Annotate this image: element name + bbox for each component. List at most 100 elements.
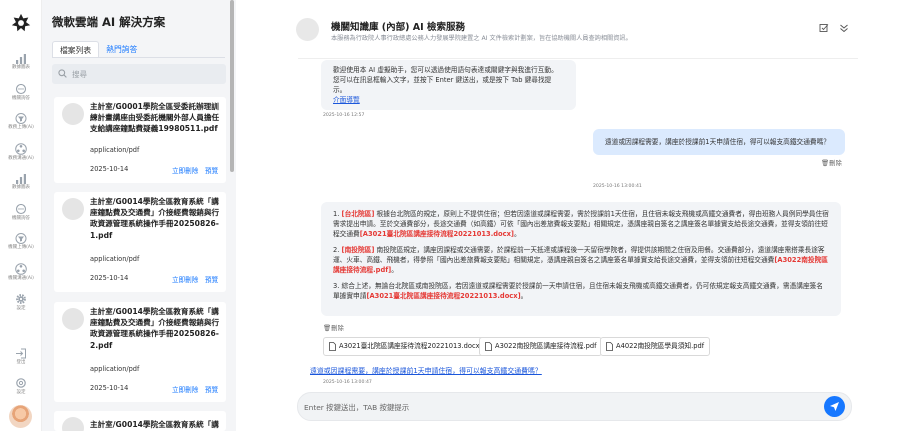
timestamp: 2025-10-16 13:00:47	[323, 380, 372, 385]
rail-item-config[interactable]: 設定	[0, 377, 42, 395]
gear-icon	[16, 378, 26, 388]
document-card[interactable]: 主計室/G0014學院全區教育系統「講座鐘點費及交通費」介接經費報銷與行政資源管…	[54, 302, 226, 402]
network-icon	[15, 263, 27, 275]
edit-icon[interactable]	[819, 23, 829, 33]
rail-item-chart[interactable]: 數據圖表	[0, 54, 42, 70]
file-icon	[606, 342, 613, 351]
document-icon	[62, 103, 84, 125]
logout-icon	[16, 348, 26, 359]
campus-tag: [台北院區]	[341, 210, 375, 218]
document-date: 2025-10-14	[90, 274, 129, 282]
attachment-chip[interactable]: A3022南投院區講座接待流程.pdf	[479, 337, 603, 356]
delete-answer-button[interactable]: 🗑刪除	[323, 323, 344, 332]
file-icon	[329, 342, 336, 351]
answer-end: 。	[513, 230, 521, 238]
attachment-name: A3022南投院區講座接待流程.pdf	[495, 342, 597, 350]
user-avatar[interactable]	[9, 405, 32, 428]
attachment-chip[interactable]: A3021臺北院區講座接待流程20221013.docx	[323, 337, 486, 356]
bar-chart-icon	[16, 54, 26, 64]
delete-message-button[interactable]: 🗑刪除	[821, 158, 842, 167]
answer-text: 南投院區規定，講座因課程或交通需要，於課程前一天抵達或課程後一天留宿學院者，得提…	[333, 246, 825, 264]
attachment-name: A4022南投院區學員須知.pdf	[616, 342, 705, 350]
rail-item-edu-upload[interactable]: 教務上傳(Ai)	[0, 113, 42, 130]
delete-document-link[interactable]: 立即刪除	[172, 165, 198, 175]
gear-icon	[16, 294, 26, 304]
rail-item-chart-2[interactable]: 數據圖表	[0, 174, 42, 190]
delete-label: 刪除	[829, 159, 842, 167]
tabs-divider	[52, 57, 225, 58]
document-icon	[62, 417, 84, 431]
timestamp: 2025-10-16 12:57	[323, 113, 365, 118]
rail-item-label: 數據圖表	[12, 65, 30, 70]
rail-item-org-upload[interactable]: 機關上傳(Ai)	[0, 233, 42, 250]
chat-header: 機關知識庫 (內部) AI 檢索服務 本服務為行政院人事行政總處公務人力發展學院…	[236, 0, 911, 58]
network-icon	[15, 143, 27, 155]
document-type: application/pdf	[90, 255, 140, 263]
delete-document-link[interactable]: 立即刪除	[172, 384, 198, 394]
timestamp: 2025-10-16 13:00:41	[593, 184, 642, 189]
search-box	[52, 64, 226, 84]
document-icon	[62, 198, 84, 220]
header-divider	[298, 58, 858, 59]
attachment-name: A3021臺北院區講座接待流程20221013.docx	[339, 342, 480, 350]
document-icon	[62, 308, 84, 330]
filter-icon	[15, 113, 27, 124]
bot-avatar	[296, 18, 319, 41]
rail-item-label: 機關詢答	[12, 96, 30, 101]
app-root: 數據圖表 機關詢答 教務上傳(Ai) 教務溝通(Ai) 數據圖表 機關詢答 機關…	[0, 0, 911, 431]
trash-icon: 🗑	[323, 324, 332, 332]
campus-tag: [南投院區]	[341, 246, 375, 254]
user-message-text: 遠道或因課程需要，講座於授課前1天申請住宿，得可以報支高鐵交通費嗎？	[605, 138, 830, 146]
panel-title: 微軟雲端 AI 解決方案	[52, 15, 166, 29]
rail-item-label: 教務上傳(Ai)	[8, 125, 34, 130]
document-date: 2025-10-14	[90, 384, 129, 392]
answer-end: 。	[520, 292, 528, 300]
app-logo-icon[interactable]	[10, 12, 32, 34]
file-icon	[485, 342, 492, 351]
answer-paragraph-1: 1. [台北院區] 根據台北院區的規定，原則上不提供住宿；但若因遠道或課程需要，…	[333, 209, 829, 239]
rail-item-edu-sync[interactable]: 教務溝通(Ai)	[0, 143, 42, 161]
message-input[interactable]	[304, 399, 804, 415]
send-button[interactable]	[824, 396, 845, 417]
source-reference[interactable]: [A3021臺北院區講座接待流程20221013.docx]	[366, 292, 520, 300]
interface-guide-link[interactable]: 介面導覽	[333, 95, 564, 105]
document-type: application/pdf	[90, 146, 140, 154]
rail-item-label: 機關溝通(Ai)	[8, 276, 34, 281]
send-icon	[830, 402, 839, 411]
rail-item-label: 登出	[16, 360, 26, 365]
document-title: 主計室/G0001學院全區受委託辦理訓練計畫講座由受委託機關外部人員擔任支給講座…	[90, 102, 220, 134]
rail-item-settings[interactable]: 設定	[0, 293, 42, 311]
collapse-chevron-icon[interactable]	[839, 23, 849, 33]
rail-item-label: 設定	[16, 390, 26, 395]
document-card[interactable]: 主計室/G0014學院全區教育系統「講座鐘點費及交通費」介接經費報銷與行政資源管…	[54, 192, 226, 292]
preview-document-link[interactable]: 預覽	[205, 384, 218, 394]
tab-file-list[interactable]: 檔案列表	[52, 41, 100, 58]
suggested-question-link[interactable]: 遠道或因課程需要，講座於授課前1天申請住宿，得可以報支高鐵交通費嗎？	[310, 365, 542, 375]
panel-scrollbar[interactable]	[230, 0, 234, 172]
rail-item-qa-2[interactable]: 機關詢答	[0, 204, 42, 221]
chat-title: 機關知識庫 (內部) AI 檢索服務	[331, 22, 465, 33]
rail-item-org-sync[interactable]: 機關溝通(Ai)	[0, 263, 42, 281]
rail-item-logout[interactable]: 登出	[0, 348, 42, 365]
message-input-box	[297, 392, 852, 421]
document-date: 2025-10-14	[90, 165, 129, 173]
welcome-line-2: 您可以在訊息框輸入文字，並按下 Enter 鍵送出，或是按下 Tab 鍵尋找提示…	[333, 76, 552, 94]
document-card[interactable]: 主計室/G0001學院全區受委託辦理訓練計畫講座由受委託機關外部人員擔任支給講座…	[54, 97, 226, 183]
source-reference[interactable]: [A3021臺北院區講座接待流程20221013.docx]	[360, 230, 514, 238]
bar-chart-icon	[16, 174, 26, 184]
document-type: application/pdf	[90, 365, 140, 373]
delete-label: 刪除	[331, 324, 344, 332]
rail-item-label: 機關上傳(Ai)	[8, 245, 34, 250]
rail-item-qa[interactable]: 機關詢答	[0, 84, 42, 101]
search-input[interactable]	[72, 66, 222, 82]
document-card[interactable]: 主計室/G0014學院全區教育系統「講	[54, 411, 226, 431]
document-title: 主計室/G0014學院全區教育系統「講	[90, 420, 219, 429]
attachment-chip[interactable]: A4022南投院區學員須知.pdf	[600, 337, 711, 356]
tab-hot-qa[interactable]: 熱門詢答	[99, 41, 144, 58]
preview-document-link[interactable]: 預覽	[205, 165, 218, 175]
delete-document-link[interactable]: 立即刪除	[172, 274, 198, 284]
filter-icon	[15, 233, 27, 244]
rail-item-label: 機關詢答	[12, 216, 30, 221]
preview-document-link[interactable]: 預覽	[205, 274, 218, 284]
trash-icon: 🗑	[821, 159, 830, 167]
